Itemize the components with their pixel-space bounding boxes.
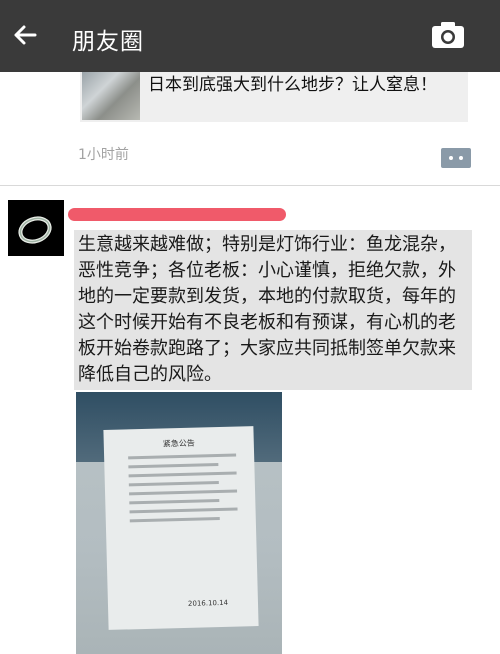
post-timestamp: 1小时前 [78,147,129,163]
arrow-left-icon[interactable] [10,20,40,50]
top-navigation-bar: 朋友圈 [0,0,500,72]
shared-link-title: 日本到底强大到什么地步？让人窒息！ [148,75,437,95]
page-title: 朋友圈 [72,29,144,55]
shared-link-thumbnail [82,72,140,120]
notice-title: 紧急公告 [162,438,195,449]
moment-post: 生意越来越难做；特别是灯饰行业：鱼龙混杂，恶性竞争；各位老板：小心谨慎，拒绝欠款… [0,186,500,654]
previous-post: 日本到底强大到什么地步？让人窒息！ 1小时前 [0,72,500,186]
post-photo[interactable]: 紧急公告 2016.10.14 [76,392,282,654]
jade-ring-icon [18,216,52,244]
avatar[interactable] [8,200,64,256]
post-text: 生意越来越难做；特别是灯饰行业：鱼龙混杂，恶性竞争；各位老板：小心谨慎，拒绝欠款… [74,230,472,390]
redaction-mark [68,208,286,221]
shared-link-card[interactable]: 日本到底强大到什么地步？让人窒息！ [80,72,468,122]
comment-bubble-icon[interactable] [441,148,471,168]
author-name[interactable] [68,202,292,224]
camera-icon[interactable] [428,18,468,52]
notice-date: 2016.10.14 [187,598,229,608]
notice-paper: 紧急公告 2016.10.14 [103,426,259,630]
